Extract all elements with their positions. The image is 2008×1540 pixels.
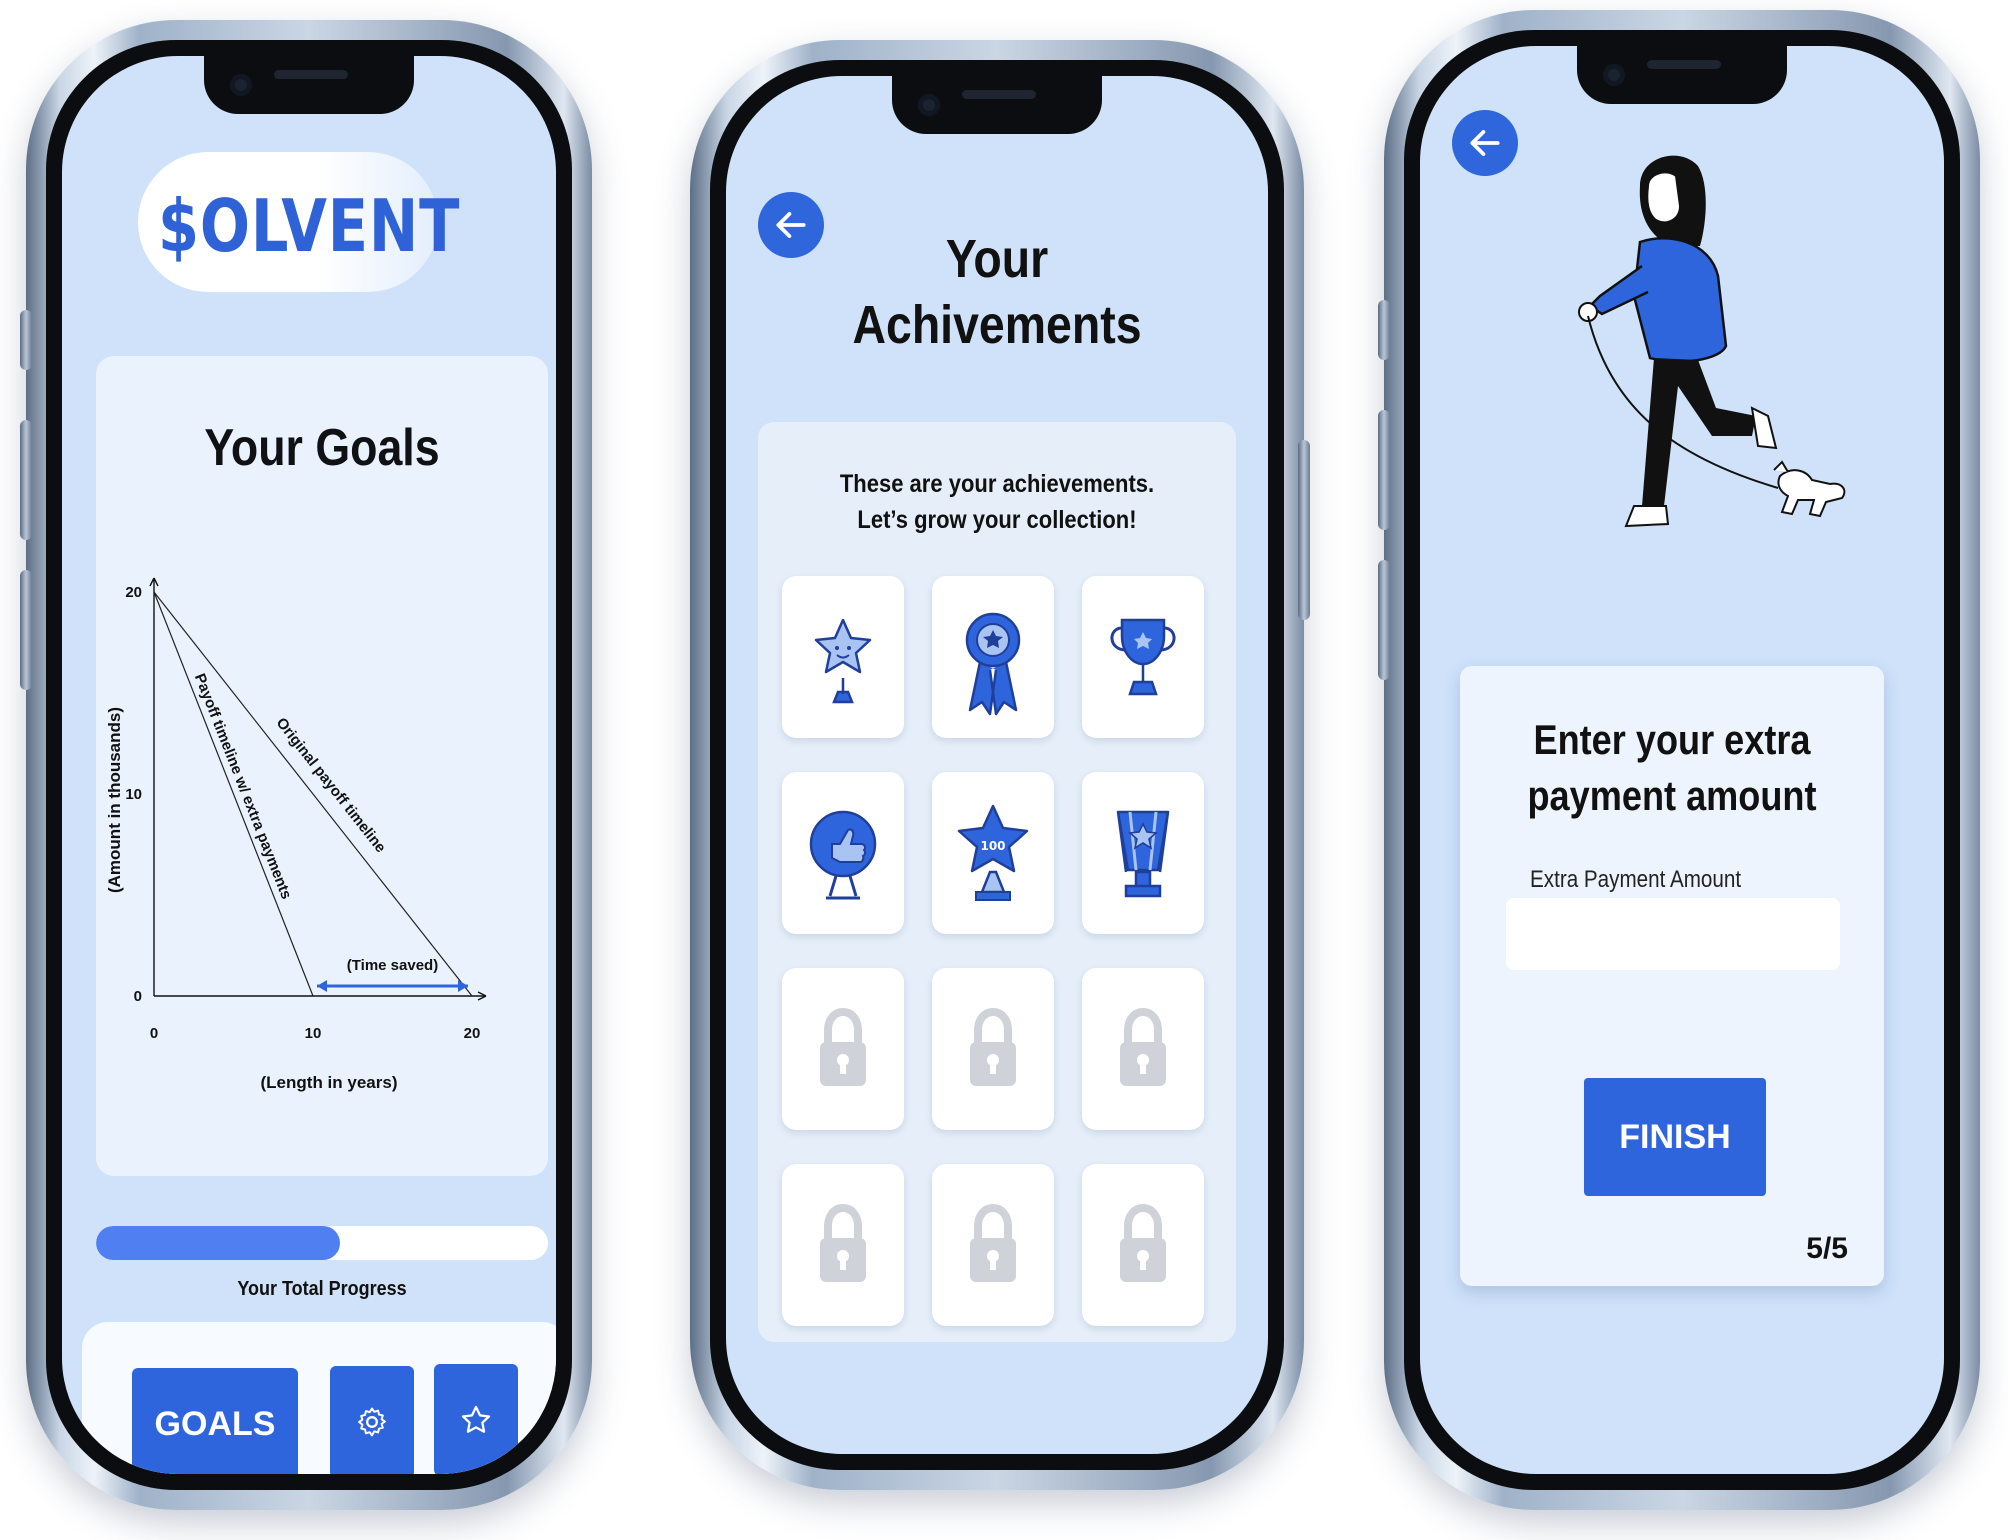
achievements-screen: Your Achivements These are your achievem… — [726, 76, 1268, 1454]
achievement-tile[interactable] — [782, 772, 904, 934]
power-button — [1298, 440, 1310, 620]
y-tick-label: 10 — [125, 786, 142, 803]
goals-button[interactable]: GOALS — [132, 1368, 298, 1474]
woman-walking-dog-illustration — [1578, 155, 1846, 528]
locked-achievement-tile[interactable] — [1082, 1164, 1204, 1326]
mute-switch — [20, 310, 32, 370]
volume-up-button — [1378, 410, 1390, 530]
app-logo: $OLVENT — [158, 184, 461, 268]
finish-button[interactable]: FINISH — [1584, 1078, 1766, 1196]
achievement-tile[interactable] — [1082, 772, 1204, 934]
achievement-tile[interactable] — [932, 576, 1054, 738]
achievement-tile[interactable] — [1082, 576, 1204, 738]
volume-up-button — [20, 420, 32, 540]
smiling-star-trophy-icon — [814, 618, 872, 704]
x-tick-label: 20 — [464, 1025, 481, 1042]
svg-text:100: 100 — [980, 839, 1005, 853]
lock-icon — [970, 1203, 1016, 1282]
page-title: Your Goals — [204, 419, 440, 477]
x-axis-label: (Length in years) — [261, 1073, 398, 1092]
extra-payment-input[interactable] — [1506, 898, 1840, 970]
lock-icon — [1120, 1203, 1166, 1282]
settings-button[interactable] — [330, 1366, 414, 1474]
arrow-left-icon — [1470, 130, 1500, 156]
payment-card: Enter your extra payment amount Extra Pa… — [1460, 666, 1884, 1286]
back-button[interactable] — [1452, 110, 1518, 176]
mute-switch — [1378, 300, 1390, 360]
star-100-trophy-icon: 100 — [957, 804, 1029, 901]
locked-achievement-tile[interactable] — [782, 968, 904, 1130]
goals-screen: $OLVENT Your Goals 0 10 20 0 10 20 (Length in … — [62, 56, 556, 1474]
locked-achievement-tile[interactable] — [932, 1164, 1054, 1326]
achievement-tile[interactable]: 100 — [932, 772, 1054, 934]
volume-down-button — [20, 570, 32, 690]
star-icon — [461, 1405, 491, 1433]
progress-bar-fill — [96, 1226, 341, 1260]
y-tick-label: 0 — [134, 988, 142, 1005]
locked-achievement-tile[interactable] — [932, 968, 1054, 1130]
page-title: Your Achivements — [852, 229, 1142, 355]
locked-achievement-tile[interactable] — [782, 1164, 904, 1326]
phone-goals: $OLVENT Your Goals 0 10 20 0 10 20 (Length in … — [20, 20, 592, 1510]
achievements-intro: These are your achievements. Let’s grow … — [839, 470, 1155, 534]
notch — [892, 76, 1102, 134]
extra-payment-label: Extra Payment Amount — [1530, 866, 1742, 893]
volume-down-button — [1378, 560, 1390, 680]
payment-screen: Enter your extra payment amount Extra Pa… — [1420, 46, 1944, 1474]
star-award-trophy-icon — [1116, 810, 1170, 898]
progress-bar — [96, 1226, 548, 1260]
series-line — [153, 591, 473, 997]
phone-payment: Enter your extra payment amount Extra Pa… — [1378, 10, 1980, 1510]
x-tick-label: 10 — [305, 1025, 322, 1042]
lock-icon — [1120, 1007, 1166, 1086]
lock-icon — [820, 1203, 866, 1282]
achievements-button[interactable] — [434, 1364, 518, 1474]
step-counter: 5/5 — [1806, 1232, 1848, 1265]
notch — [1577, 46, 1787, 104]
y-tick-label: 20 — [125, 584, 142, 601]
goals-card: Your Goals 0 10 20 0 10 20 (Length in years) (A… — [96, 356, 548, 1176]
lock-icon — [820, 1007, 866, 1086]
progress-label: Your Total Progress — [237, 1278, 407, 1300]
notch — [204, 56, 414, 114]
phone-achievements: Your Achivements These are your achievem… — [690, 40, 1310, 1490]
achievements-card: These are your achievements. Let’s grow … — [758, 422, 1236, 1342]
x-tick-label: 0 — [150, 1025, 158, 1042]
payoff-chart: 0 10 20 0 10 20 (Length in years) (Amount in th… — [105, 577, 487, 1092]
time-saved-label: (Time saved) — [347, 957, 438, 974]
y-axis-label: (Amount in thousands) — [105, 707, 124, 893]
locked-achievement-tile[interactable] — [1082, 968, 1204, 1130]
series-line — [153, 591, 314, 997]
thumbs-up-trophy-icon — [809, 810, 877, 900]
gear-icon — [358, 1407, 386, 1437]
bottom-nav: GOALS — [82, 1322, 556, 1474]
page-title: Enter your extra payment amount — [1527, 716, 1817, 819]
ribbon-badge-icon — [965, 612, 1021, 716]
lock-icon — [970, 1007, 1016, 1086]
series-label: Original payoff timeline — [273, 715, 389, 857]
cup-trophy-icon — [1110, 618, 1176, 696]
achievement-tile[interactable] — [782, 576, 904, 738]
